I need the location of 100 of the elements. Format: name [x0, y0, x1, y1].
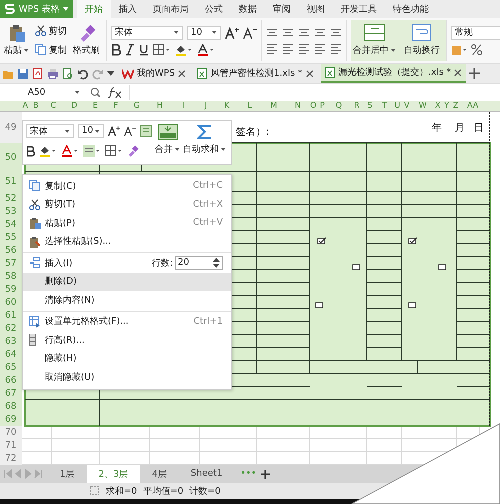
ribbon-tab[interactable]: 插入 [110, 0, 145, 18]
column-header[interactable]: O [310, 101, 317, 111]
align-icon[interactable] [83, 145, 101, 157]
menu-item[interactable]: 选择性粘贴(S)... [23, 232, 231, 251]
ribbon-tab[interactable]: 审阅 [264, 0, 299, 18]
column-header[interactable]: X [433, 101, 443, 111]
row-header[interactable]: 71 [0, 439, 22, 452]
bold-icon[interactable] [26, 146, 35, 156]
caret-icon[interactable] [107, 71, 115, 76]
merge-button[interactable]: 合并 [155, 124, 180, 161]
align-icon[interactable] [282, 42, 294, 54]
row-header[interactable]: 49 [0, 112, 22, 143]
menu-item[interactable]: 行高(R)... [23, 331, 231, 350]
row-header[interactable]: 68 [0, 400, 22, 413]
sheet-tab[interactable]: 2、3层 [86, 465, 140, 483]
align-icon[interactable] [266, 26, 278, 38]
column-header[interactable]: L [238, 101, 262, 111]
align-icon[interactable] [330, 42, 342, 54]
row-header[interactable]: 67 [0, 387, 22, 400]
number-format-select[interactable]: 常规 [451, 26, 500, 40]
increase-font-icon[interactable] [108, 125, 120, 137]
print-preview-icon[interactable] [62, 68, 74, 80]
row-header[interactable]: 61 [0, 309, 22, 322]
column-header[interactable]: Q [328, 101, 350, 111]
ribbon-tab[interactable]: 特色功能 [384, 0, 437, 18]
column-header[interactable]: N [286, 101, 310, 111]
menu-item[interactable]: 取消隐藏(U) [23, 368, 231, 386]
undo-icon[interactable] [77, 68, 89, 80]
row-header[interactable]: 50 [0, 143, 22, 172]
row-header[interactable]: 65 [0, 361, 22, 374]
row-header[interactable]: 53 [0, 205, 22, 218]
column-header[interactable]: M [262, 101, 286, 111]
row-header[interactable]: 58 [0, 270, 22, 283]
add-tab-icon[interactable] [469, 68, 480, 79]
row-header[interactable]: 60 [0, 296, 22, 309]
font-select[interactable]: 宋体 [26, 124, 74, 138]
pdf-icon[interactable] [32, 68, 44, 80]
checkbox[interactable] [408, 302, 416, 308]
align-icon[interactable] [298, 26, 310, 38]
menu-item[interactable]: 复制(C) Ctrl+C [23, 177, 231, 196]
row-header[interactable]: 59 [0, 283, 22, 296]
align-icon[interactable] [298, 42, 310, 54]
menu-item[interactable]: 隐藏(H) [23, 350, 231, 368]
column-header[interactable]: B [29, 101, 43, 111]
column-header[interactable]: A [22, 101, 29, 111]
column-header[interactable]: Y [443, 101, 451, 111]
decrease-font-icon[interactable] [243, 26, 257, 38]
column-header[interactable]: P [317, 101, 328, 111]
checkbox[interactable] [438, 264, 446, 270]
column-header[interactable]: D [64, 101, 85, 111]
increase-font-icon[interactable] [225, 26, 239, 38]
align-icon[interactable] [282, 26, 294, 38]
column-header[interactable]: I [172, 101, 196, 111]
borders-icon[interactable] [153, 44, 171, 56]
wrap-text-button[interactable]: 自动换行 [402, 23, 442, 58]
column-header[interactable]: U [394, 101, 401, 111]
checkbox[interactable] [352, 264, 360, 270]
column-header[interactable]: T [376, 101, 394, 111]
more-sheets-button[interactable]: ••• [240, 469, 257, 479]
menu-item[interactable]: 清除内容(N) [23, 291, 231, 310]
merge-center-button[interactable]: 合并居中 [351, 23, 398, 58]
menu-item[interactable]: 设置单元格格式(F)... Ctrl+1 [23, 312, 231, 331]
row-header[interactable]: 70 [0, 426, 22, 439]
document-tab[interactable]: 我的WPS [118, 64, 190, 83]
ribbon-tab[interactable]: 视图 [298, 0, 333, 18]
sheet-tab[interactable]: Sheet1 [178, 465, 235, 483]
checkbox[interactable] [316, 302, 324, 308]
autosum-button[interactable]: 自动求和 [183, 124, 226, 161]
column-header[interactable]: C [43, 101, 64, 111]
row-header[interactable]: 52 [0, 192, 22, 205]
format-painter-button[interactable]: 格式刷 [71, 23, 102, 58]
row-header[interactable]: 69 [0, 413, 22, 426]
checkbox[interactable] [318, 238, 326, 244]
document-tab[interactable]: 漏光检测试验（提交）.xls * [320, 64, 466, 83]
row-header[interactable]: 63 [0, 335, 22, 348]
column-header[interactable]: Z [451, 101, 461, 111]
row-header[interactable]: 64 [0, 348, 22, 361]
fill-color-icon[interactable] [39, 145, 57, 157]
sheet-tab[interactable]: 4层 [140, 465, 179, 483]
ribbon-tab[interactable]: 公式 [196, 0, 231, 18]
percent-icon[interactable] [471, 44, 483, 56]
row-header[interactable]: 57 [0, 257, 22, 270]
bold-icon[interactable] [111, 44, 121, 56]
font-size-select[interactable]: 10 [187, 26, 221, 40]
italic-icon[interactable] [125, 44, 135, 56]
row-header[interactable]: 54 [0, 218, 22, 231]
save-icon[interactable] [17, 68, 29, 80]
close-icon[interactable] [454, 68, 462, 76]
row-header[interactable]: 72 [0, 452, 22, 465]
underline-icon[interactable] [139, 44, 149, 56]
row-header[interactable]: 56 [0, 244, 22, 257]
font-color-icon[interactable] [61, 145, 79, 157]
rows-count-spinner[interactable]: 20 [175, 256, 223, 270]
ribbon-tab[interactable]: 开始 [76, 0, 111, 18]
column-header[interactable]: V [401, 101, 413, 111]
align-icon[interactable] [330, 26, 342, 38]
row-header[interactable]: 66 [0, 374, 22, 387]
align-icon[interactable] [314, 42, 326, 54]
checkbox[interactable] [408, 238, 418, 244]
fill-color-icon[interactable] [175, 44, 193, 56]
